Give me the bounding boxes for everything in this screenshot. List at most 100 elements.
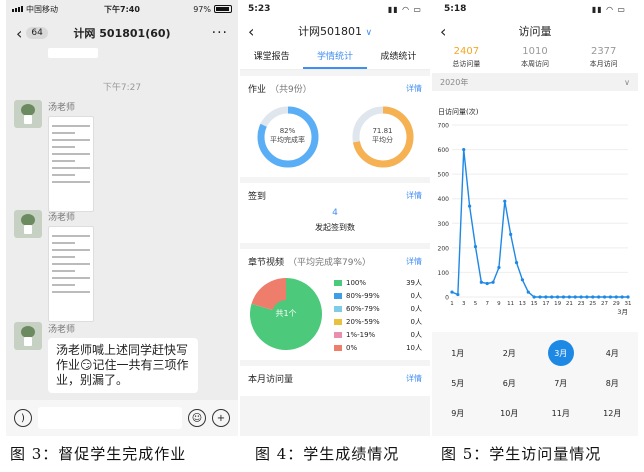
tab-grade-stats[interactable]: 成绩统计 [367, 44, 430, 69]
month-option[interactable]: 8月 [587, 368, 639, 398]
stat-month[interactable]: 2377 本月访问 [569, 46, 638, 69]
data-point[interactable] [561, 295, 566, 299]
unread-count-badge[interactable]: 64 [26, 27, 48, 39]
time-divider: 下午7:27 [102, 83, 142, 93]
month-option[interactable]: 4月 [587, 338, 639, 368]
x-tick-label: 29 [613, 301, 620, 307]
month-label: 12月 [603, 408, 622, 418]
x-tick-label: 7 [485, 301, 489, 307]
details-link[interactable]: 详情 [406, 83, 422, 94]
avatar[interactable] [14, 322, 42, 350]
data-point[interactable] [479, 280, 483, 284]
legend-row: 20%-59% 0人 [334, 315, 422, 328]
data-point[interactable] [544, 295, 548, 299]
stat-value: 2377 [590, 46, 617, 57]
data-point[interactable] [485, 281, 489, 286]
stat-label: 总访问量 [452, 60, 481, 68]
month-option[interactable]: 6月 [484, 368, 536, 398]
data-point[interactable] [526, 290, 530, 294]
voice-icon[interactable]: ) [14, 409, 32, 427]
card-title: 本月访问量 [248, 375, 294, 385]
x-tick-label: 17 [542, 301, 549, 307]
month-option[interactable]: 1月 [432, 338, 484, 368]
message-input[interactable] [38, 407, 182, 429]
card-subtitle: （共9份） [270, 85, 312, 95]
year-selector[interactable]: 2020年 ∨ [432, 73, 638, 91]
data-point[interactable] [532, 295, 536, 299]
data-point[interactable] [626, 295, 630, 299]
y-tick-label: 200 [438, 245, 450, 252]
pie-center-label: 共1个 [275, 309, 297, 318]
data-point[interactable] [585, 295, 589, 299]
card-title: 作业 [248, 85, 267, 95]
tab-class-report[interactable]: 课堂报告 [240, 44, 303, 69]
x-tick-label: 3 [462, 301, 466, 307]
class-selector[interactable]: 计网501801 ∨ [240, 23, 430, 39]
data-point[interactable] [497, 265, 501, 270]
image-message[interactable] [48, 226, 94, 322]
data-point[interactable] [450, 290, 454, 294]
data-point[interactable] [491, 280, 495, 284]
sender-name: 汤老师 [48, 325, 76, 335]
legend-swatch [334, 279, 342, 286]
month-option[interactable]: 12月 [587, 398, 639, 428]
legend-swatch [334, 331, 342, 338]
legend-row: 60%-79% 0人 [334, 302, 422, 315]
month-option[interactable]: 3月 [535, 338, 587, 368]
month-option[interactable]: 10月 [484, 398, 536, 428]
details-link[interactable]: 详情 [406, 256, 422, 267]
checkin-count: 4 [332, 208, 338, 218]
data-point[interactable] [591, 295, 595, 299]
emoji-icon[interactable]: ☺ [188, 409, 206, 427]
details-link[interactable]: 详情 [406, 190, 422, 201]
homework-card: 作业 （共9份） 详情 82% 平均完成率 71.81 平均分 [240, 76, 430, 177]
data-point[interactable] [620, 295, 624, 299]
text-message[interactable]: 汤老师喊上述同学赶快写作业😏记住一共有三项作业，别漏了。 [48, 338, 198, 393]
stat-week[interactable]: 1010 本周访问 [501, 46, 570, 69]
data-point[interactable] [514, 261, 519, 265]
month-option[interactable]: 7月 [535, 368, 587, 398]
data-point[interactable] [462, 147, 466, 152]
data-point[interactable] [468, 204, 472, 208]
legend-row: 100% 39人 [334, 276, 422, 289]
data-point[interactable] [597, 295, 601, 299]
x-tick-label: 23 [578, 301, 585, 307]
data-point[interactable] [614, 295, 618, 299]
image-message[interactable] [48, 116, 94, 212]
data-point[interactable] [456, 292, 460, 297]
avatar[interactable] [14, 210, 42, 238]
data-point[interactable] [579, 295, 583, 299]
data-point[interactable] [608, 295, 612, 299]
month-option[interactable]: 2月 [484, 338, 536, 368]
data-point[interactable] [602, 295, 607, 299]
back-chevron-icon[interactable]: ‹ [16, 24, 22, 43]
y-tick-label: 700 [438, 123, 450, 130]
more-icon[interactable]: ··· [212, 25, 228, 41]
details-link[interactable]: 详情 [406, 373, 422, 384]
visits-screen: 5:18 ▮▮ ◠ ▭ ‹ 访问量 2407 总访问量 1010 本周访问 2377… [432, 0, 638, 436]
data-point[interactable] [573, 295, 577, 299]
data-point[interactable] [503, 199, 507, 203]
data-point[interactable] [520, 278, 524, 282]
stat-total[interactable]: 2407 总访问量 [432, 46, 501, 69]
card-title: 签到 [248, 192, 267, 202]
visit-stats: 2407 总访问量 1010 本周访问 2377 本月访问 [432, 44, 638, 73]
month-label: 8月 [605, 378, 619, 388]
month-option[interactable]: 11月 [535, 398, 587, 428]
data-point[interactable] [550, 295, 554, 299]
plus-icon[interactable]: + [212, 409, 230, 427]
tab-learning-stats[interactable]: 学情统计 [303, 44, 367, 69]
message-item: 汤老师 [14, 210, 94, 322]
status-icons: ▮▮ ◠ ▭ [591, 4, 626, 14]
data-point[interactable] [509, 232, 513, 236]
stat-label: 本周访问 [521, 60, 549, 68]
month-option[interactable]: 9月 [432, 398, 484, 428]
data-point[interactable] [473, 245, 478, 249]
data-point[interactable] [567, 295, 571, 299]
month-label: 2月 [502, 348, 516, 358]
data-point[interactable] [556, 295, 560, 299]
month-option[interactable]: 5月 [432, 368, 484, 398]
data-point[interactable] [538, 295, 542, 299]
sender-name: 汤老师 [48, 103, 76, 113]
avatar[interactable] [14, 100, 42, 128]
